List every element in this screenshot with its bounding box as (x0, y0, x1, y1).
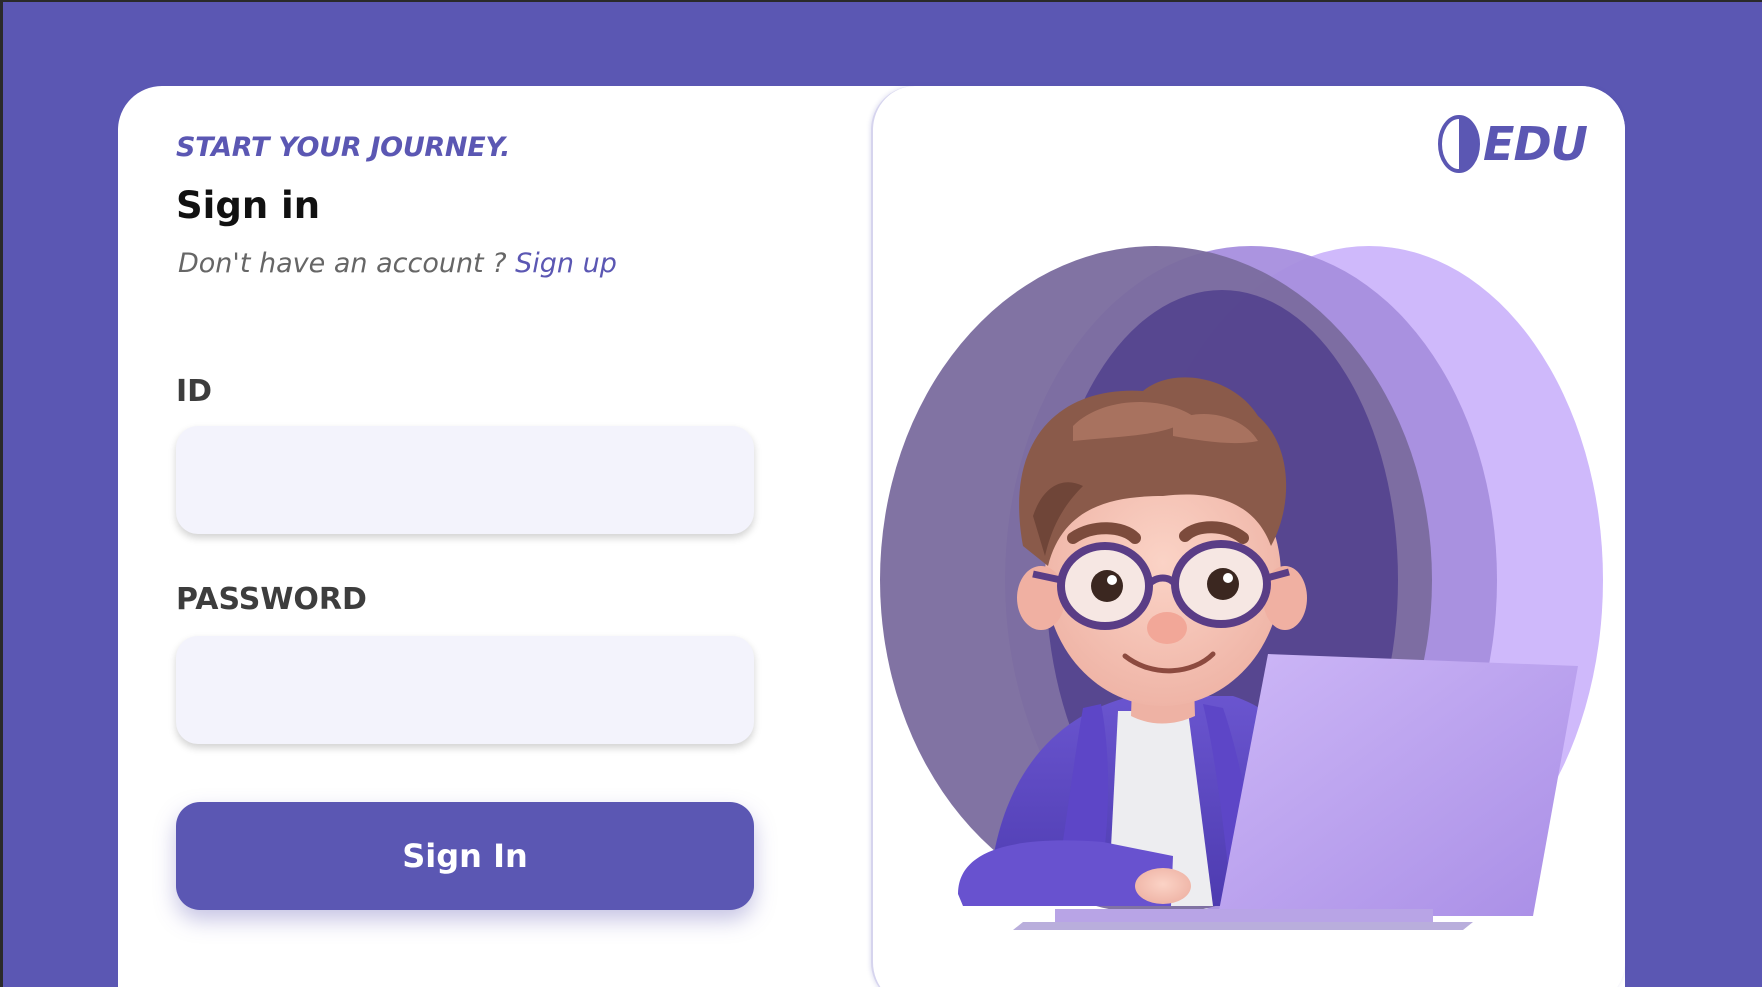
logo-text: EDU (1483, 117, 1588, 171)
signin-form: START YOUR JOURNEY. Sign in Don't have a… (118, 86, 870, 987)
id-input[interactable] (176, 426, 754, 534)
window-top-edge (0, 0, 1762, 2)
id-label: ID (176, 374, 213, 409)
window-left-edge (0, 0, 3, 987)
signup-link[interactable]: Sign up (515, 248, 617, 279)
signup-prompt-text: Don't have an account ? (178, 248, 507, 279)
sign-in-button[interactable]: Sign In (176, 802, 754, 910)
page-title: Sign in (176, 184, 321, 227)
signin-card: START YOUR JOURNEY. Sign in Don't have a… (118, 86, 1625, 987)
illustration-panel: EDU (871, 86, 1625, 987)
tagline: START YOUR JOURNEY. (176, 132, 511, 163)
password-input[interactable] (176, 636, 754, 744)
signup-prompt: Don't have an account ? Sign up (178, 248, 617, 279)
edu-logo: EDU (1437, 114, 1588, 174)
password-label: PASSWORD (176, 582, 367, 617)
half-circle-logo-icon (1438, 115, 1481, 173)
student-with-laptop-illustration (880, 246, 1603, 930)
